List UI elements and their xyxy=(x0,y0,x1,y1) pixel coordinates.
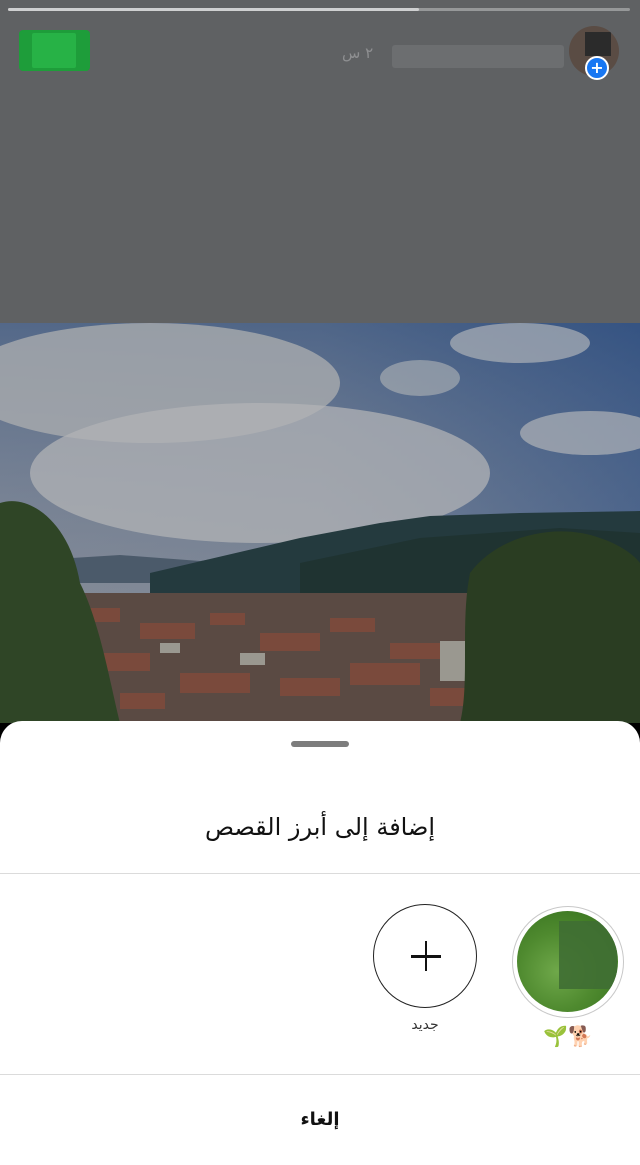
divider xyxy=(0,873,640,874)
sheet-title: إضافة إلى أبرز القصص xyxy=(204,813,436,841)
highlight-cover-image xyxy=(517,911,618,1012)
sticker-badge[interactable] xyxy=(19,30,90,71)
story-photo xyxy=(0,323,640,723)
new-highlight-button[interactable] xyxy=(373,904,477,1008)
new-highlight-label: جديد xyxy=(411,1017,439,1033)
story-progress-bar xyxy=(8,8,630,11)
story-timestamp: ٢ س xyxy=(342,44,374,62)
cancel-button[interactable]: إلغاء xyxy=(0,1075,640,1165)
story-progress-fill xyxy=(8,8,419,11)
redacted-area xyxy=(559,921,617,989)
highlight-label: 🌱🐕 xyxy=(543,1024,593,1048)
sheet-drag-handle[interactable] xyxy=(291,741,349,747)
add-to-highlights-sheet: إضافة إلى أبرز القصص 🌱🐕 جديد إلغاء xyxy=(0,721,640,1165)
highlight-cover[interactable] xyxy=(512,906,624,1018)
username-redacted[interactable] xyxy=(392,45,564,68)
add-story-icon[interactable]: + xyxy=(585,56,609,80)
story-header-area: ٢ س + xyxy=(0,0,640,323)
